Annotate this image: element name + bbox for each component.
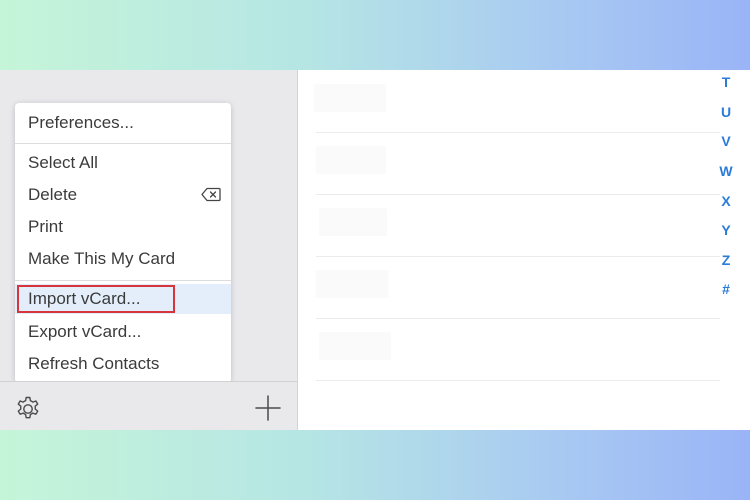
menu-item-select-all[interactable]: Select All [15, 148, 231, 178]
contact-list-row[interactable] [316, 132, 720, 195]
menu-item-label: Make This My Card [28, 249, 176, 268]
alphabet-index: T U V W X Y Z # [712, 70, 740, 370]
plus-icon [255, 395, 281, 421]
contact-name-placeholder [319, 208, 387, 236]
menu-item-print[interactable]: Print [15, 212, 231, 242]
sidebar-footer [0, 381, 297, 430]
add-contact-button[interactable] [254, 394, 282, 422]
menu-item-label: Delete [28, 185, 78, 204]
settings-menu: Preferences... Select All Delete Print M… [15, 103, 231, 392]
menu-item-delete[interactable]: Delete [15, 180, 231, 210]
delete-key-icon [201, 187, 221, 202]
index-letter-x[interactable]: X [712, 193, 740, 209]
menu-separator [15, 280, 231, 281]
contact-name-placeholder [316, 270, 388, 298]
menu-item-export-vcard[interactable]: Export vCard... [15, 317, 231, 347]
contact-name-placeholder [319, 332, 391, 360]
contact-list-row[interactable] [316, 256, 720, 319]
contacts-window: Preferences... Select All Delete Print M… [0, 70, 750, 430]
contact-name-placeholder [316, 146, 386, 174]
index-letter-y[interactable]: Y [712, 222, 740, 238]
gear-icon [17, 396, 39, 419]
highlight-outline [17, 285, 175, 313]
menu-item-label: Preferences... [28, 113, 134, 132]
contact-list-row[interactable] [314, 70, 720, 133]
menu-item-import-vcard[interactable]: Import vCard... [15, 284, 231, 314]
menu-item-label: Select All [28, 153, 98, 172]
menu-item-preferences[interactable]: Preferences... [15, 108, 231, 138]
sidebar: Preferences... Select All Delete Print M… [0, 70, 298, 430]
menu-item-refresh-contacts[interactable]: Refresh Contacts [15, 349, 231, 379]
menu-separator [15, 143, 231, 144]
contact-name-placeholder [314, 84, 386, 112]
contact-list-row[interactable] [316, 194, 720, 257]
index-letter-v[interactable]: V [712, 133, 740, 149]
menu-item-label: Print [28, 217, 63, 236]
index-letter-w[interactable]: W [712, 163, 740, 179]
index-letter-hash[interactable]: # [712, 281, 740, 297]
contact-list-row[interactable] [316, 318, 720, 381]
menu-item-label: Refresh Contacts [28, 354, 160, 373]
index-letter-z[interactable]: Z [712, 252, 740, 268]
settings-button[interactable] [14, 395, 42, 423]
menu-item-label: Export vCard... [28, 322, 142, 341]
menu-item-make-my-card[interactable]: Make This My Card [15, 244, 231, 274]
index-letter-u[interactable]: U [712, 104, 740, 120]
index-letter-t[interactable]: T [712, 74, 740, 90]
